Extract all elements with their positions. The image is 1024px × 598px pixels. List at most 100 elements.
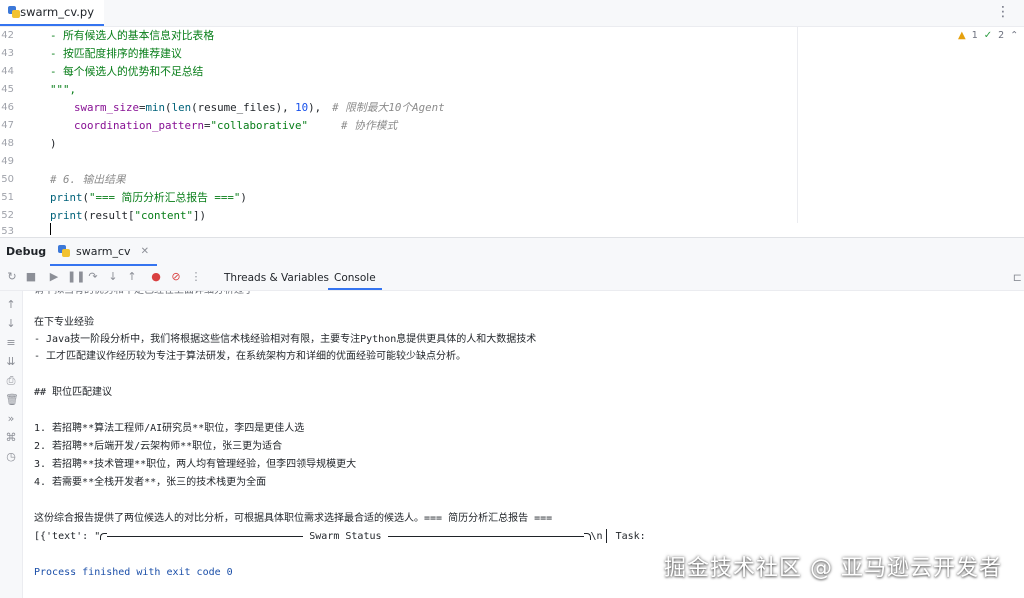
editor-tab-label: swarm_cv.py: [20, 5, 94, 19]
more-vertical-icon[interactable]: ⋮: [190, 271, 202, 283]
builtin-call: len: [171, 101, 192, 114]
console-line: - Java技一阶段分析中，我们将根据这些信术栈经验相对有限，主要专注Pytho…: [34, 334, 537, 345]
tab-threads-variables[interactable]: Threads & Variables: [218, 266, 335, 290]
line-number: 51: [1, 192, 14, 203]
soft-wrap-icon[interactable]: ≡: [5, 337, 17, 349]
console-line-clipped: 请不拟当有的优势和不足已经在上面详细分析过了: [34, 291, 254, 299]
code-line-45: """,: [50, 83, 77, 96]
line-number: 44: [1, 66, 14, 77]
line-number: 42: [1, 30, 14, 41]
box-corner-right: [583, 532, 591, 540]
layout-settings-icon[interactable]: ⊏: [1013, 271, 1022, 284]
paren: ): [240, 191, 247, 204]
watermark: 掘金技术社区 @ 亚马逊云开发者: [664, 556, 1002, 581]
console-line: - 工才匹配建议作经历较为专注于算法研发，在系统架构方和详细的优面经验可能较少缺…: [34, 351, 467, 362]
line-number: 46: [1, 102, 14, 113]
builtin-call: print: [50, 209, 83, 222]
weak-warning-count: 2: [998, 30, 1005, 41]
string: "content": [134, 209, 194, 222]
process-exit-line: Process finished with exit code 0: [34, 567, 233, 578]
console-line: ## 职位匹配建议: [34, 387, 113, 398]
right-margin-guide: [797, 27, 798, 223]
close-icon[interactable]: ✕: [141, 246, 149, 257]
arg: (result[: [82, 209, 135, 222]
param-name: coordination_pattern: [74, 119, 205, 132]
trash-icon[interactable]: 🗑: [5, 394, 19, 406]
console-line: 4. 若需要**全栈开发者**，张三的技术栈更为全面: [34, 477, 267, 488]
line-number: 52: [1, 210, 14, 221]
step-into-icon[interactable]: ↓: [107, 271, 119, 283]
tab-console[interactable]: Console: [328, 266, 382, 290]
debug-title: Debug: [6, 245, 47, 258]
box-corner-left: [100, 532, 108, 540]
debug-tool-window-header: Debug swarm_cv ✕: [0, 237, 1024, 266]
builtin-call: print: [50, 191, 83, 204]
python-file-icon: [8, 6, 21, 18]
number: 10: [295, 101, 309, 114]
chevron-up-icon[interactable]: ⌃: [1010, 30, 1018, 41]
stop-icon[interactable]: ■: [25, 271, 37, 283]
line-number: 47: [1, 120, 14, 131]
code-line-44: - 每个候选人的优势和不足总结: [50, 65, 204, 78]
swarm-status-title: Swarm Status: [303, 531, 388, 542]
line-number: 48: [1, 138, 14, 149]
print-icon[interactable]: ⎙: [5, 375, 17, 387]
code-line-52: print(result["content"]): [50, 207, 206, 225]
string: "=== 简历分析汇总报告 ===": [89, 191, 241, 204]
double-chevron-right-icon[interactable]: »: [5, 413, 17, 425]
history-icon[interactable]: ◷: [5, 451, 17, 463]
more-vertical-icon[interactable]: ⋮: [996, 4, 1010, 20]
debug-toolbar: ↻ ■ ▶ ❚❚ ↷ ↓ ↑ ● ⊘ ⋮ Threads & Variables…: [0, 266, 1024, 291]
code-line-42: - 所有候选人的基本信息对比表格: [50, 29, 215, 42]
step-over-icon[interactable]: ↷: [87, 271, 99, 283]
code-line-50: # 6. 输出结果: [50, 173, 126, 186]
rerun-icon[interactable]: ↻: [6, 271, 18, 283]
swarm-prefix: [{'text': ": [34, 531, 101, 542]
arrow-down-icon[interactable]: ↓: [5, 318, 17, 330]
console-line: 3. 若招聘**技术管理**职位，两人均有管理经验，但李四领导规模更大: [34, 459, 357, 470]
code-editor[interactable]: 42 43 44 45 46 47 48 49 50 51 52 53 - 所有…: [0, 27, 1024, 237]
code-line-43: - 按匹配度排序的推荐建议: [50, 47, 182, 60]
box-rule-left: [107, 535, 304, 537]
string: "collaborative": [210, 119, 309, 132]
check-icon: ✓: [983, 30, 993, 41]
console-line: 这份综合报告提供了两位候选人的对比分析，可根据具体职位需求选择最合适的候选人。=…: [34, 513, 553, 524]
step-out-icon[interactable]: ↑: [126, 271, 138, 283]
swarm-status-line: [{'text': " Swarm Status \n Task:: [34, 529, 646, 545]
resume-icon[interactable]: ▶: [48, 271, 60, 283]
param-name: swarm_size: [74, 101, 140, 114]
text-caret: [50, 223, 51, 235]
python-console-icon[interactable]: ⌘: [5, 432, 17, 444]
console-side-toolbar: ↑ ↓ ≡ ⇊ ⎙ 🗑 » ⌘ ◷: [0, 291, 23, 598]
line-number: 53: [1, 226, 14, 237]
python-run-icon: [58, 245, 70, 257]
mute-breakpoints-icon[interactable]: ⊘: [170, 271, 182, 283]
builtin-call: min: [145, 101, 166, 114]
scroll-to-end-icon[interactable]: ⇊: [5, 356, 17, 368]
inspection-widget[interactable]: ▲1 ✓2 ⌃ ⌄: [958, 30, 1024, 41]
line-number: 45: [1, 84, 14, 95]
line-number: 49: [1, 156, 14, 167]
code-line-48: ): [50, 137, 57, 150]
arg: (resume_files),: [191, 101, 296, 114]
code-area[interactable]: - 所有候选人的基本信息对比表格 - 按匹配度排序的推荐建议 - 每个候选人的优…: [50, 27, 790, 233]
editor-tab-swarm-cv[interactable]: swarm_cv.py: [0, 0, 104, 26]
arg: ]): [193, 209, 207, 222]
swarm-suffix: \n: [590, 531, 603, 542]
view-breakpoints-icon[interactable]: ●: [150, 271, 162, 283]
comment: # 协作模式: [341, 119, 398, 132]
console-line: 1. 若招聘**算法工程师/AI研究员**职位，李四是更佳人选: [34, 423, 305, 434]
warning-icon: ▲: [958, 30, 966, 41]
line-number-gutter: 42 43 44 45 46 47 48 49 50 51 52 53: [0, 27, 34, 237]
arrow-up-icon[interactable]: ↑: [5, 299, 17, 311]
box-vertical-bar: [605, 529, 607, 543]
debug-session-tab[interactable]: swarm_cv ✕: [50, 238, 157, 266]
pause-icon[interactable]: ❚❚: [67, 271, 85, 283]
code-line-51: print("=== 简历分析汇总报告 ==="): [50, 189, 247, 207]
editor-tab-bar: swarm_cv.py ⋮: [0, 0, 1024, 27]
warning-count: 1: [971, 30, 978, 41]
comment: # 限制最大10个Agent: [332, 101, 445, 114]
debug-session-label: swarm_cv: [76, 244, 131, 258]
line-number: 43: [1, 48, 14, 59]
console-line: 2. 若招聘**后端开发/云架构师**职位，张三更为适合: [34, 441, 283, 452]
